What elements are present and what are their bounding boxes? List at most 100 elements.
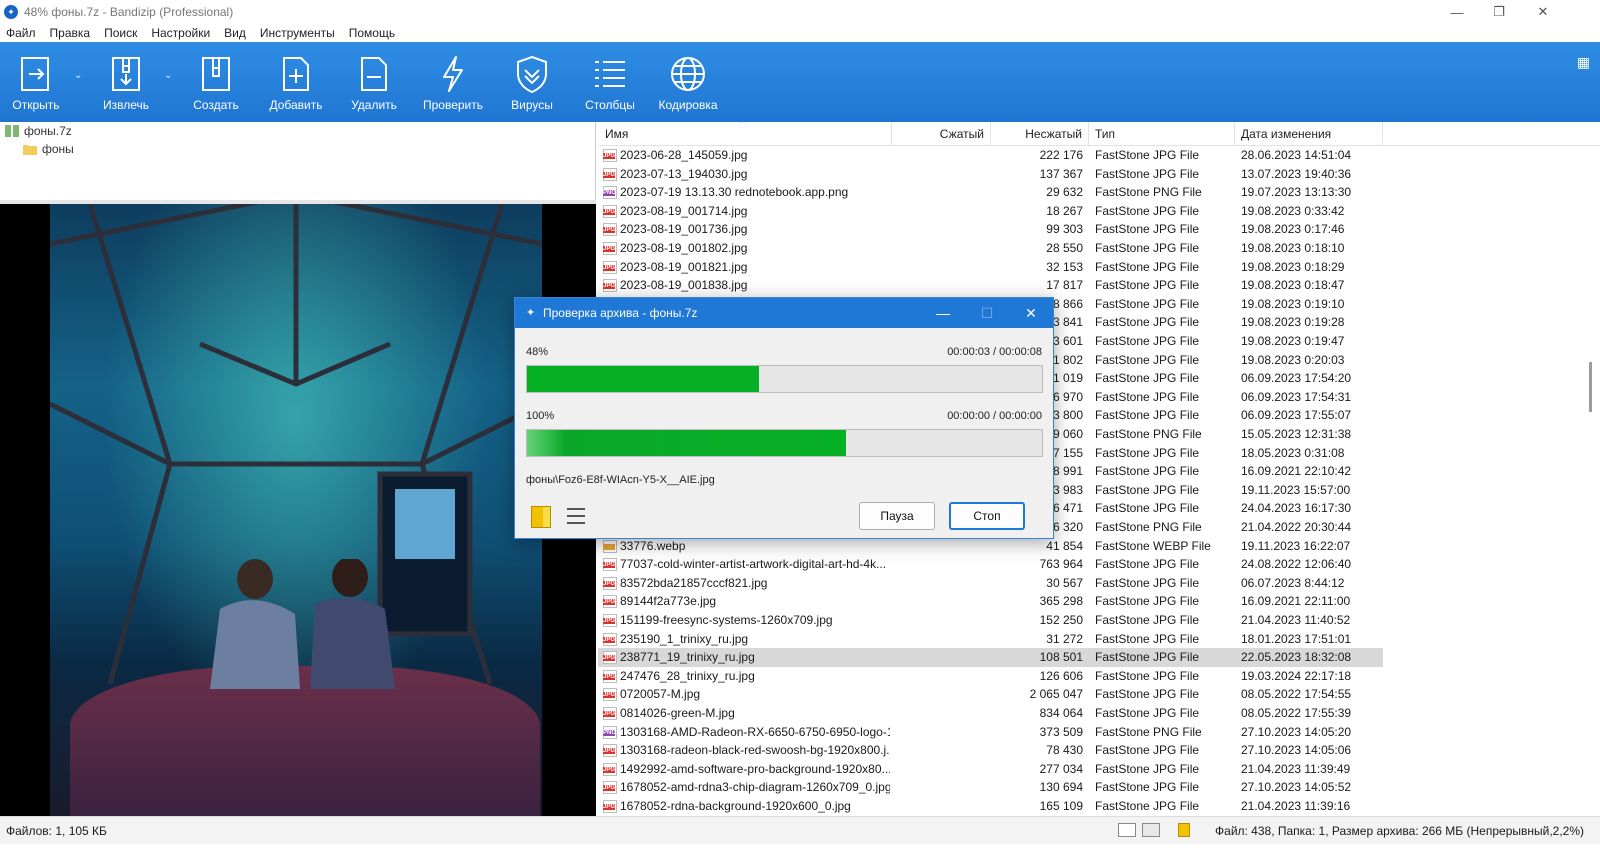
file-modified: 19.08.2023 0:19:47 <box>1241 334 1345 348</box>
menu-file[interactable]: Файл <box>6 26 36 40</box>
column-header-modified[interactable]: Дата изменения <box>1235 122 1383 146</box>
add-file-icon <box>274 52 318 96</box>
close-button[interactable]: ✕ <box>1520 0 1566 24</box>
maximize-button[interactable]: ❐ <box>1476 0 1522 24</box>
file-name: 2023-08-19_001714.jpg <box>620 203 748 218</box>
columns-button[interactable]: Столбцы <box>580 42 640 122</box>
file-row[interactable]: JPG 2023-08-19_001736.jpg 99 303 FastStone … <box>598 220 1383 239</box>
menu-settings[interactable]: Настройки <box>151 26 210 40</box>
file-size: 30 567 <box>1046 575 1083 590</box>
file-type: FastStone JPG File <box>1095 389 1200 404</box>
encoding-button[interactable]: Кодировка <box>656 42 720 122</box>
file-row[interactable]: JPG 247476_28_trinixy_ru.jpg 126 606 FastSt… <box>598 667 1383 686</box>
file-row[interactable]: PNG 1303168-AMD-Radeon-RX-6650-6750-6950-… <box>598 723 1383 742</box>
column-header-packed[interactable]: Сжатый <box>892 122 991 146</box>
status-archive-info: Файл: 438, Папка: 1, Размер архива: 266 … <box>1215 823 1584 838</box>
file-size: 137 367 <box>1039 166 1083 181</box>
column-header-name[interactable]: Имя ^ <box>598 122 892 146</box>
virus-scan-button[interactable]: Вирусы <box>506 42 558 122</box>
menu-help[interactable]: Помощь <box>349 26 395 40</box>
open-folder-book-icon[interactable] <box>531 506 551 528</box>
test-button[interactable]: Проверить <box>420 42 486 122</box>
menu-edit[interactable]: Правка <box>50 26 91 40</box>
file-type: FastStone JPG File <box>1095 296 1200 311</box>
column-header-size[interactable]: Несжатый <box>991 122 1089 146</box>
details-view-icon[interactable] <box>1118 823 1136 837</box>
title-bar: ✦ 48% фоны.7z - Bandizip (Professional) … <box>0 0 1600 24</box>
lightning-icon <box>431 52 475 96</box>
open-icon <box>14 52 58 96</box>
file-type-tag: JPG <box>603 264 616 271</box>
file-row[interactable]: JPG 0720057-M.jpg 2 065 047 FastStone JPG F… <box>598 685 1383 704</box>
delete-button[interactable]: Удалить <box>346 42 402 122</box>
menu-tools[interactable]: Инструменты <box>260 26 335 40</box>
add-button[interactable]: Добавить <box>266 42 326 122</box>
file-row[interactable]: JPG 2023-06-28_145059.jpg 222 176 FastStone… <box>598 146 1383 165</box>
dialog-maximize-button: ☐ <box>980 304 994 321</box>
jpg-file-icon: JPG <box>603 707 617 720</box>
file-name: 1303168-AMD-Radeon-RX-6650-6750-6950-log… <box>620 724 890 739</box>
window-title: 48% фоны.7z - Bandizip (Professional) <box>24 5 234 19</box>
file-row[interactable]: JPG 77037-cold-winter-artist-artwork-digi… <box>598 555 1383 574</box>
file-modified: 19.08.2023 0:20:03 <box>1241 352 1345 367</box>
file-row[interactable]: JPG 83572bda21857cccf821.jpg 30 567 FastSto… <box>598 574 1383 593</box>
file-row[interactable]: JPG 1678052-amd-rdna3-chip-diagram-1260x7… <box>598 778 1383 797</box>
preview-view-icon[interactable] <box>1142 823 1160 837</box>
file-row[interactable]: JPG 2023-08-19_001802.jpg 28 550 FastStone … <box>598 239 1383 258</box>
file-modified: 27.10.2023 14:05:52 <box>1241 780 1352 795</box>
file-row[interactable]: JPG 235190_1_trinixy_ru.jpg 31 272 FastSton… <box>598 630 1383 649</box>
extract-dropdown-chevron-icon[interactable]: ⌄ <box>164 70 172 81</box>
file-row[interactable]: PNG 2023-07-19 13.13.30 rednotebook.app.p… <box>598 183 1383 202</box>
file-row[interactable]: JPG 1492992-amd-software-pro-background-1… <box>598 760 1383 779</box>
layout-grid-icon[interactable]: ▦ <box>1577 54 1590 71</box>
file-row[interactable]: JPG 2023-08-19_001714.jpg 18 267 FastStone … <box>598 202 1383 221</box>
file-type: FastStone JPG File <box>1095 780 1200 795</box>
file-type: FastStone JPG File <box>1095 315 1200 330</box>
png-file-icon: PNG <box>603 725 617 739</box>
file-row[interactable]: JPG 238771_19_trinixy_ru.jpg 108 501 FastSt… <box>598 648 1383 667</box>
file-row[interactable]: JPG 2023-08-19_001838.jpg 17 817 FastStone … <box>598 276 1383 295</box>
file-name: 1492992-amd-software-pro-background-1920… <box>620 761 890 776</box>
file-row[interactable]: JPG 2023-08-19_001821.jpg 32 153 FastStone … <box>598 258 1383 277</box>
file-type: FastStone JPG File <box>1095 241 1200 255</box>
menu-search[interactable]: Поиск <box>104 26 137 40</box>
jpg-file-icon: JPG <box>603 223 617 237</box>
file-row[interactable]: JPG 0814026-green-M.jpg 834 064 FastStone J… <box>598 704 1383 723</box>
file-type: FastStone JPG File <box>1095 464 1200 479</box>
create-button[interactable]: Создать <box>188 42 244 122</box>
dialog-close-button[interactable]: ✕ <box>1011 298 1051 328</box>
file-type-tag: JPG <box>603 785 616 792</box>
file-row[interactable]: JPG 1303168-radeon-black-red-swoosh-bg-19… <box>598 741 1383 760</box>
pause-button[interactable]: Пауза <box>859 502 935 530</box>
file-modified: 19.08.2023 0:18:47 <box>1241 278 1345 293</box>
file-type: FastStone JPG File <box>1095 371 1200 386</box>
file-name: 83572bda21857cccf821.jpg <box>620 575 768 590</box>
jpg-file-icon: JPG <box>603 558 617 572</box>
file-modified: 19.08.2023 0:17:46 <box>1241 222 1345 237</box>
couple-silhouette <box>210 559 395 689</box>
file-row[interactable]: 33776.webp 41 854 FastStone WEBP File 19.11… <box>598 537 1383 556</box>
file-type-tag: JPG <box>603 804 616 810</box>
total-progress-time: 00:00:03 / 00:00:08 <box>947 346 1042 358</box>
column-header-type[interactable]: Тип <box>1089 122 1235 146</box>
file-size: 29 632 <box>1046 185 1083 200</box>
open-dropdown-chevron-icon[interactable]: ⌄ <box>74 70 82 81</box>
menu-view[interactable]: Вид <box>224 26 246 40</box>
file-row[interactable]: JPG 2023-07-13_194030.jpg 137 367 FastStone… <box>598 165 1383 184</box>
extract-button[interactable]: Извлечь <box>98 42 154 122</box>
tree-item-archive[interactable]: фоны.7z <box>5 124 72 138</box>
file-modified: 21.04.2023 11:39:16 <box>1241 799 1351 813</box>
hamburger-menu-icon[interactable] <box>567 508 585 524</box>
open-button[interactable]: Открыть <box>8 42 64 122</box>
stop-button[interactable]: Стоп <box>949 502 1025 530</box>
dialog-minimize-button[interactable]: — <box>923 298 963 328</box>
minimize-button[interactable]: — <box>1434 0 1480 24</box>
tree-item-folder[interactable]: фоны <box>23 142 74 156</box>
file-row[interactable]: JPG 89144f2a773e.jpg 365 298 FastStone JPG … <box>598 592 1383 611</box>
archive-info-icon[interactable] <box>1178 823 1190 837</box>
file-row[interactable]: JPG 151199-freesync-systems-1260x709.jpg 1… <box>598 611 1383 630</box>
file-row[interactable]: JPG 1678052-rdna-background-1920x600_0.jp… <box>598 797 1383 816</box>
globe-icon <box>666 52 710 96</box>
file-modified: 21.04.2022 20:30:44 <box>1241 520 1352 534</box>
vertical-scrollbar-thumb[interactable] <box>1589 362 1592 412</box>
